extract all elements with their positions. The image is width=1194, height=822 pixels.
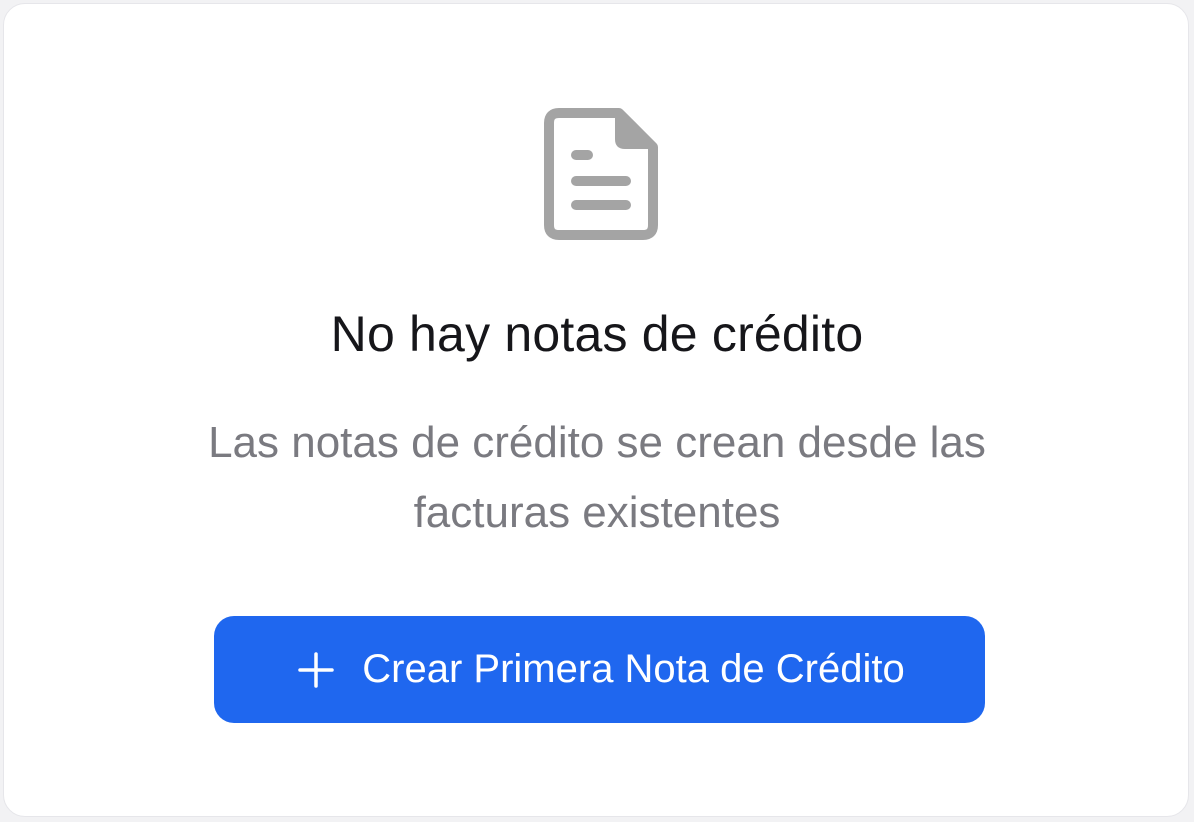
empty-state-card: No hay notas de crédito Las notas de cré… [3, 3, 1189, 817]
create-button-label: Crear Primera Nota de Crédito [362, 647, 905, 691]
document-icon [544, 108, 658, 240]
create-first-credit-note-button[interactable]: Crear Primera Nota de Crédito [214, 616, 985, 723]
empty-state-title: No hay notas de crédito [330, 306, 864, 362]
empty-state-description: Las notas de crédito se crean desde las … [208, 418, 986, 537]
plus-icon [298, 651, 335, 688]
